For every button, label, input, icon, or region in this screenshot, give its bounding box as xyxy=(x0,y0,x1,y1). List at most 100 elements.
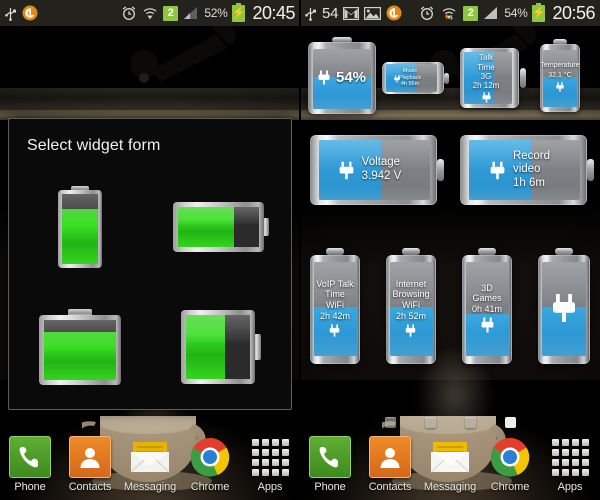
dock-right: Phone Contacts Messaging Chrome Apps xyxy=(300,430,600,500)
dock-label-messaging: Messaging xyxy=(123,481,177,493)
dock-item-messaging[interactable]: Messaging xyxy=(422,436,478,493)
dock-item-phone[interactable]: Phone xyxy=(2,436,58,493)
phone-icon xyxy=(309,436,351,478)
voltage-widget[interactable]: Voltage 3.942 V xyxy=(310,135,444,205)
dialog-title: Select widget form xyxy=(27,137,161,154)
dock-left: Phone Contacts Messaging Chrome Apps xyxy=(0,430,300,500)
widget-line: 3.942 V xyxy=(361,170,402,182)
alarm-clock-icon xyxy=(123,6,136,20)
sim-badge: 2 xyxy=(463,5,479,21)
alarm-clock-icon xyxy=(421,6,434,20)
record-video-widget[interactable]: Record video 1h 6m xyxy=(460,135,594,205)
widget-line: Time xyxy=(325,289,345,300)
plug-icon xyxy=(553,294,575,322)
widget-line: 54% xyxy=(335,68,367,86)
apps-grid-icon xyxy=(549,436,591,478)
clock-label: 20:56 xyxy=(552,2,595,23)
dock-item-chrome[interactable]: Chrome xyxy=(482,436,538,493)
widget-line: Browsing xyxy=(392,289,430,300)
widget-line: Record xyxy=(512,149,551,162)
dock-label-messaging: Messaging xyxy=(423,481,477,493)
widget-line: VoIP Talk xyxy=(316,278,354,289)
usb-icon xyxy=(5,7,16,21)
plug-icon xyxy=(481,317,493,333)
wide-horizontal-battery-preview xyxy=(172,202,269,252)
usb-icon xyxy=(305,7,316,21)
dock-label-contacts: Contacts xyxy=(368,481,412,493)
widget-line: WiFi xyxy=(325,300,344,310)
dock-item-contacts[interactable]: Contacts xyxy=(362,436,418,493)
select-widget-form-dialog[interactable]: Select widget form xyxy=(8,118,292,410)
wifi-transfer-icon xyxy=(442,8,456,20)
plain-battery-widget[interactable] xyxy=(538,248,590,364)
picture-icon xyxy=(364,6,382,20)
phone-screens-comparison: 2 52% ⚡ 20:45 Select widget form Phone C… xyxy=(0,0,600,500)
plug-icon xyxy=(318,70,330,84)
widget-form-option-tall-vertical[interactable] xyxy=(9,167,150,287)
widget-line: Time xyxy=(477,62,495,72)
widget-line: Temperature xyxy=(540,61,580,69)
widget-line: 1h 6m xyxy=(512,176,545,189)
circle-app-icon xyxy=(386,5,402,21)
dock-label-chrome: Chrome xyxy=(490,481,530,493)
circle-app-icon xyxy=(22,5,38,21)
right-phone-screen: 54 2 54% ⚡ 20:56 54% Music Playback 4h 5… xyxy=(300,0,600,500)
gmail-icon xyxy=(343,6,360,20)
dock-label-chrome: Chrome xyxy=(190,481,230,493)
plug-icon xyxy=(556,82,564,92)
plug-icon xyxy=(330,324,340,337)
page-dot[interactable] xyxy=(424,417,436,428)
music-playback-widget[interactable]: Music Playback 4h 56m xyxy=(382,62,449,94)
dock-item-phone[interactable]: Phone xyxy=(302,436,358,493)
page-dot[interactable] xyxy=(384,417,396,428)
status-bar-right: 54 2 54% ⚡ 20:56 xyxy=(300,0,600,26)
plug-icon xyxy=(490,161,505,179)
page-dot-active[interactable] xyxy=(504,417,516,428)
battery-percent-widget[interactable]: 54% xyxy=(308,37,376,114)
dock-label-apps: Apps xyxy=(257,481,283,493)
apps-grid-icon xyxy=(249,436,291,478)
notification-count-label: 54 xyxy=(322,4,339,22)
widget-form-option-square-horizontal[interactable] xyxy=(150,287,291,407)
widget-form-option-square-vertical[interactable] xyxy=(9,287,150,407)
dock-label-apps: Apps xyxy=(557,481,583,493)
dock-item-apps[interactable]: Apps xyxy=(542,436,598,493)
widget-line: 2h 52m xyxy=(395,310,426,321)
widget-line: Voltage xyxy=(361,156,401,169)
clock-label: 20:45 xyxy=(252,2,295,23)
dock-label-phone: Phone xyxy=(314,481,346,493)
chrome-icon xyxy=(189,436,231,478)
battery-percent-label: 54% xyxy=(504,6,528,20)
sim-badge: 2 xyxy=(163,5,179,21)
signal-bars-icon xyxy=(484,7,498,19)
dock-item-messaging[interactable]: Messaging xyxy=(122,436,178,493)
internet-browsing-wifi-widget[interactable]: Internet Browsing WiFi 2h 52m xyxy=(386,248,436,364)
dock-item-chrome[interactable]: Chrome xyxy=(182,436,238,493)
widget-line: video xyxy=(512,163,541,176)
dock-item-contacts[interactable]: Contacts xyxy=(62,436,118,493)
dock-label-phone: Phone xyxy=(14,481,46,493)
talk-time-3g-widget[interactable]: Talk Time 3G 2h 12m xyxy=(460,48,526,108)
plug-icon xyxy=(394,75,400,83)
dock-item-apps[interactable]: Apps xyxy=(242,436,298,493)
tall-vertical-battery-preview xyxy=(57,186,102,268)
widget-form-option-wide-horizontal[interactable] xyxy=(150,167,291,287)
envelope-icon xyxy=(129,436,171,478)
square-vertical-battery-preview xyxy=(38,309,121,385)
widget-line: 32.1 °C xyxy=(548,72,572,79)
plug-icon xyxy=(481,92,491,103)
temperature-widget[interactable]: Temperature 32.1 °C xyxy=(540,39,580,112)
battery-charging-icon: ⚡ xyxy=(532,2,546,22)
battery-charging-icon: ⚡ xyxy=(232,2,246,22)
page-dot[interactable] xyxy=(464,417,476,428)
left-phone-screen: 2 52% ⚡ 20:45 Select widget form Phone C… xyxy=(0,0,300,500)
signal-bars-icon xyxy=(184,7,198,19)
voip-talk-time-wifi-widget[interactable]: VoIP Talk Time WiFi 2h 42m xyxy=(310,248,360,364)
battery-percent-label: 52% xyxy=(204,6,228,20)
envelope-icon xyxy=(429,436,471,478)
contacts-person-icon xyxy=(369,436,411,478)
widget-line: Internet xyxy=(395,278,427,289)
3d-games-widget[interactable]: 3D Games 0h 41m xyxy=(462,248,512,364)
chrome-icon xyxy=(489,436,531,478)
square-horizontal-battery-preview xyxy=(180,310,261,384)
